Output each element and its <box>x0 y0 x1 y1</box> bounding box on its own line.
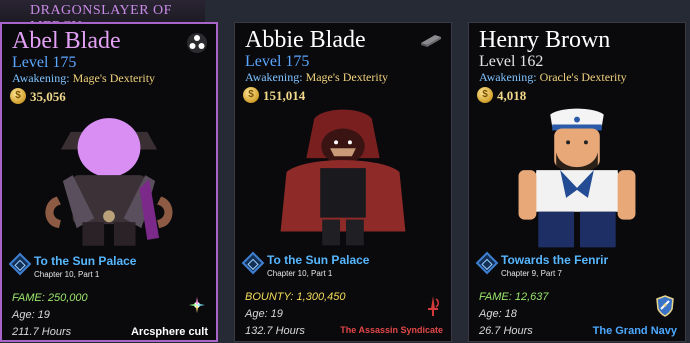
quest-chapter: Chapter 9, Part 7 <box>501 269 562 278</box>
awakening-label: Awakening: <box>245 70 303 84</box>
gold-coin-icon: $ <box>243 87 259 103</box>
age-stat: Age: 19 <box>12 309 50 321</box>
character-avatar <box>518 108 636 248</box>
fame-stat: FAME: 12,637 <box>479 291 549 303</box>
age-stat: Age: 18 <box>479 308 517 320</box>
hours-stat: 132.7 Hours <box>245 325 305 337</box>
awakening-line: Awakening: Mage's Dexterity <box>245 70 388 85</box>
gold-amount: 4,018 <box>497 88 527 103</box>
awakening-label: Awakening: <box>479 70 537 84</box>
character-card-abbie[interactable]: Abbie Blade Level 175 Awakening: Mage's … <box>234 22 452 342</box>
awakening-value: Mage's Dexterity <box>72 71 156 85</box>
gold-coin-icon: $ <box>10 88 26 104</box>
fame-stat: FAME: 250,000 <box>12 292 88 304</box>
awakening-value: Oracle's Dexterity <box>539 70 627 84</box>
quest-title[interactable]: To the Sun Palace <box>34 254 136 268</box>
gold-amount: 151,014 <box>263 88 306 103</box>
navy-shield-icon <box>656 295 674 317</box>
character-avatar <box>280 109 406 246</box>
ingot-icon <box>421 35 441 47</box>
character-name: Abel Blade <box>12 28 121 54</box>
character-card-abel[interactable]: Abel Blade Level 175 Awakening: Mage's D… <box>0 22 218 342</box>
arcsphere-emblem-icon <box>189 297 205 313</box>
gold-amount: 35,056 <box>30 89 66 104</box>
character-avatar <box>45 118 173 246</box>
banner-tab: DRAGONSLAYER OF MERCY <box>0 0 205 34</box>
quest-title[interactable]: To the Sun Palace <box>267 253 369 267</box>
awakening-value: Mage's Dexterity <box>305 70 389 84</box>
faction-name: The Assassin Syndicate <box>340 325 443 335</box>
awakening-line: Awakening: Oracle's Dexterity <box>479 70 627 85</box>
character-name: Henry Brown <box>479 27 611 53</box>
age-stat: Age: 19 <box>245 308 283 320</box>
triple-orb-icon <box>187 33 207 53</box>
hours-stat: 211.7 Hours <box>12 326 72 338</box>
character-card-henry[interactable]: Henry Brown Level 162 Awakening: Oracle'… <box>468 22 686 342</box>
assassin-dagger-icon <box>428 296 439 316</box>
awakening-label: Awakening: <box>12 71 70 85</box>
character-level: Level 162 <box>479 53 544 70</box>
hours-stat: 26.7 Hours <box>479 325 533 337</box>
quest-chapter: Chapter 10, Part 1 <box>267 269 333 278</box>
quest-title[interactable]: Towards the Fenrir <box>501 253 608 267</box>
character-level: Level 175 <box>12 54 77 71</box>
bounty-stat: BOUNTY: 1,300,450 <box>245 291 346 303</box>
character-level: Level 175 <box>245 53 310 70</box>
gold-coin-icon: $ <box>477 87 493 103</box>
quest-chapter: Chapter 10, Part 1 <box>34 270 100 279</box>
quest-icon <box>241 251 265 275</box>
character-name: Abbie Blade <box>245 27 366 53</box>
quest-icon <box>8 252 32 276</box>
quest-icon <box>475 251 499 275</box>
faction-name: Arcsphere cult <box>130 326 208 338</box>
awakening-line: Awakening: Mage's Dexterity <box>12 71 155 86</box>
faction-name: The Grand Navy <box>592 325 677 337</box>
